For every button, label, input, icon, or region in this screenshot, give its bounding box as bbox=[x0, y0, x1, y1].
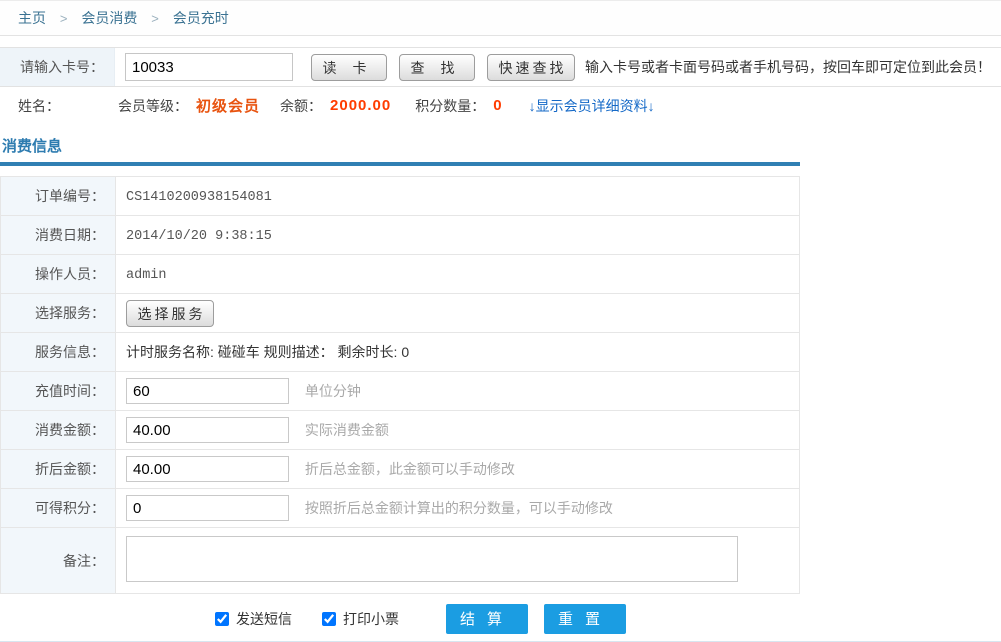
table-row-remark: 备注： bbox=[1, 528, 800, 594]
select-service-label: 选择服务： bbox=[1, 294, 116, 333]
table-row-points-earned: 可得积分： 按照折后总金额计算出的积分数量，可以手动修改 bbox=[1, 489, 800, 528]
table-row-select-service: 选择服务： 选择服务 bbox=[1, 294, 800, 333]
member-level-label: 会员等级： bbox=[118, 96, 188, 116]
points-value: 0 bbox=[493, 97, 502, 114]
consume-amount-input[interactable] bbox=[126, 417, 289, 443]
points-earned-input[interactable] bbox=[126, 495, 289, 521]
consume-amount-hint: 实际消费金额 bbox=[305, 422, 389, 438]
card-number-input[interactable] bbox=[125, 53, 293, 81]
breadcrumb-item-member-consume[interactable]: 会员消费 bbox=[81, 10, 137, 26]
breadcrumb-separator: > bbox=[60, 11, 68, 26]
footer-actions: 发送短信 打印小票 结算 重置 bbox=[0, 603, 1001, 634]
discount-amount-input[interactable] bbox=[126, 456, 289, 482]
recharge-time-label: 充值时间： bbox=[1, 372, 116, 411]
send-sms-checkbox[interactable] bbox=[215, 612, 229, 626]
points-label: 积分数量： bbox=[415, 96, 485, 116]
card-search-row: 请输入卡号： 读卡 查找 快速查找 输入卡号或者卡面号码或者手机号码，按回车即可… bbox=[0, 47, 1001, 87]
section-divider bbox=[0, 162, 800, 166]
consume-date-value: 2014/10/20 9:38:15 bbox=[126, 229, 272, 244]
balance-value: 2000.00 bbox=[330, 97, 391, 114]
card-search-hint: 输入卡号或者卡面号码或者手机号码，按回车即可定位到此会员！ bbox=[585, 57, 991, 77]
member-level-value: 初级会员 bbox=[196, 95, 260, 116]
consume-amount-label: 消费金额： bbox=[1, 411, 116, 450]
find-button[interactable]: 查找 bbox=[399, 54, 475, 81]
operator-value: admin bbox=[126, 268, 167, 283]
discount-amount-hint: 折后总金额，此金额可以手动修改 bbox=[305, 461, 515, 477]
table-row-consume-date: 消费日期： 2014/10/20 9:38:15 bbox=[1, 216, 800, 255]
read-card-button[interactable]: 读卡 bbox=[311, 54, 387, 81]
print-receipt-checkbox[interactable] bbox=[322, 612, 336, 626]
breadcrumb-item-member-recharge[interactable]: 会员充时 bbox=[173, 10, 229, 26]
remark-label: 备注： bbox=[1, 528, 116, 594]
table-row-operator: 操作人员： admin bbox=[1, 255, 800, 294]
select-service-button[interactable]: 选择服务 bbox=[126, 300, 214, 327]
service-info-label: 服务信息： bbox=[1, 333, 116, 372]
discount-amount-label: 折后金额： bbox=[1, 450, 116, 489]
service-info-value: 计时服务名称: 碰碰车 规则描述： 剩余时长: 0 bbox=[126, 344, 409, 360]
recharge-time-hint: 单位分钟 bbox=[305, 383, 361, 399]
member-name-label: 姓名： bbox=[18, 96, 60, 116]
remark-textarea[interactable] bbox=[126, 536, 738, 582]
send-sms-label: 发送短信 bbox=[236, 609, 292, 629]
member-info-row: 姓名： 会员等级： 初级会员 余额： 2000.00 积分数量： 0 ↓显示会员… bbox=[0, 87, 1001, 124]
points-earned-label: 可得积分： bbox=[1, 489, 116, 528]
section-title-consume-info: 消费信息 bbox=[0, 124, 1001, 162]
breadcrumb: 主页 > 会员消费 > 会员充时 bbox=[0, 0, 1001, 36]
order-no-value: CS1410200938154081 bbox=[126, 190, 272, 205]
breadcrumb-item-home[interactable]: 主页 bbox=[18, 10, 46, 26]
table-row-recharge-time: 充值时间： 单位分钟 bbox=[1, 372, 800, 411]
consume-date-label: 消费日期： bbox=[1, 216, 116, 255]
reset-button[interactable]: 重置 bbox=[544, 604, 626, 634]
table-row-discount-amount: 折后金额： 折后总金额，此金额可以手动修改 bbox=[1, 450, 800, 489]
member-detail-link[interactable]: ↓显示会员详细资料↓ bbox=[529, 96, 655, 116]
settle-button[interactable]: 结算 bbox=[446, 604, 528, 634]
operator-label: 操作人员： bbox=[1, 255, 116, 294]
send-sms-option: 发送短信 bbox=[215, 609, 292, 629]
print-receipt-label: 打印小票 bbox=[343, 609, 399, 629]
card-number-label: 请输入卡号： bbox=[0, 48, 115, 86]
table-row-consume-amount: 消费金额： 实际消费金额 bbox=[1, 411, 800, 450]
recharge-time-input[interactable] bbox=[126, 378, 289, 404]
consume-info-table: 订单编号： CS1410200938154081 消费日期： 2014/10/2… bbox=[0, 176, 800, 594]
breadcrumb-separator: > bbox=[151, 11, 159, 26]
table-row-service-info: 服务信息： 计时服务名称: 碰碰车 规则描述： 剩余时长: 0 bbox=[1, 333, 800, 372]
order-no-label: 订单编号： bbox=[1, 177, 116, 216]
table-row-order-no: 订单编号： CS1410200938154081 bbox=[1, 177, 800, 216]
points-earned-hint: 按照折后总金额计算出的积分数量，可以手动修改 bbox=[305, 500, 613, 516]
balance-label: 余额： bbox=[280, 96, 322, 116]
print-receipt-option: 打印小票 bbox=[322, 609, 399, 629]
quick-find-button[interactable]: 快速查找 bbox=[487, 54, 575, 81]
